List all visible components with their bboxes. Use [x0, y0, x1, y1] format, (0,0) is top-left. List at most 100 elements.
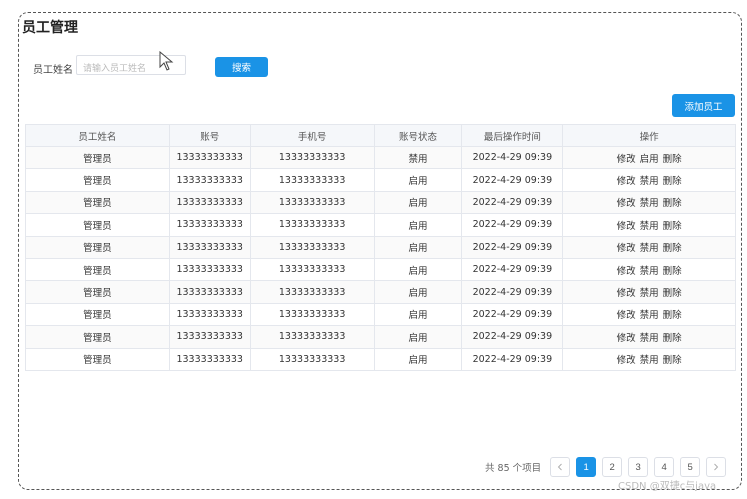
- toggle-status-link[interactable]: 禁用: [640, 330, 659, 344]
- edit-link[interactable]: 修改: [617, 240, 636, 254]
- cell-status: 启用: [373, 280, 463, 304]
- edit-link[interactable]: 修改: [617, 352, 636, 366]
- cell-time: 2022-4-29 09:39: [461, 190, 564, 215]
- toggle-status-link[interactable]: 禁用: [640, 352, 659, 366]
- col-header-name: 员工姓名: [25, 124, 170, 147]
- cell-actions: 修改 禁用 删除: [562, 213, 736, 237]
- table-row: 管理员 13333333333 13333333333 启用 2022-4-29 09:…: [25, 257, 736, 282]
- toggle-status-link[interactable]: 启用: [640, 151, 659, 165]
- employee-table: 员工姓名 账号 手机号 账号状态 最后操作时间 操作 管理员 1333333333…: [25, 124, 736, 371]
- cell-name: 管理员: [25, 190, 170, 215]
- edit-link[interactable]: 修改: [617, 263, 636, 277]
- cell-name: 管理员: [25, 325, 170, 349]
- cell-phone: 13333333333: [249, 168, 375, 192]
- delete-link[interactable]: 删除: [663, 285, 682, 299]
- cell-actions: 修改 禁用 删除: [562, 280, 736, 304]
- delete-link[interactable]: 删除: [663, 218, 682, 232]
- delete-link[interactable]: 删除: [663, 307, 682, 321]
- toggle-status-link[interactable]: 禁用: [640, 285, 659, 299]
- cell-status: 启用: [373, 347, 463, 371]
- table-row: 管理员 13333333333 13333333333 启用 2022-4-29 09:…: [25, 168, 736, 192]
- cell-status: 启用: [373, 257, 463, 282]
- cell-phone: 13333333333: [249, 145, 375, 170]
- chevron-right-icon: [714, 463, 719, 471]
- cell-name: 管理员: [25, 302, 170, 327]
- toggle-status-link[interactable]: 禁用: [640, 173, 659, 187]
- table-header-row: 员工姓名 账号 手机号 账号状态 最后操作时间 操作: [25, 124, 736, 147]
- cell-phone: 13333333333: [249, 347, 375, 371]
- edit-link[interactable]: 修改: [617, 307, 636, 321]
- page-button-2[interactable]: 2: [602, 457, 623, 477]
- cell-account: 13333333333: [168, 257, 251, 282]
- page-title: 员工管理: [22, 20, 78, 36]
- cell-name: 管理员: [25, 257, 170, 282]
- cell-time: 2022-4-29 09:39: [461, 325, 564, 349]
- search-button[interactable]: 搜索: [215, 57, 268, 77]
- cell-phone: 13333333333: [249, 257, 375, 282]
- page-button-1[interactable]: 1: [576, 457, 597, 477]
- cell-status: 启用: [373, 213, 463, 237]
- toggle-status-link[interactable]: 禁用: [640, 307, 659, 321]
- add-employee-button[interactable]: 添加员工: [672, 94, 735, 117]
- col-header-status: 账号状态: [373, 124, 463, 147]
- delete-link[interactable]: 删除: [663, 240, 682, 254]
- table-row: 管理员 13333333333 13333333333 启用 2022-4-29 09:…: [25, 235, 736, 259]
- pagination: 共 85 个项目 12345: [485, 457, 732, 477]
- table-row: 管理员 13333333333 13333333333 启用 2022-4-29 09:…: [25, 302, 736, 327]
- delete-link[interactable]: 删除: [663, 151, 682, 165]
- edit-link[interactable]: 修改: [617, 285, 636, 299]
- col-header-account: 账号: [168, 124, 251, 147]
- cell-time: 2022-4-29 09:39: [461, 347, 564, 371]
- cell-phone: 13333333333: [249, 235, 375, 259]
- cell-name: 管理员: [25, 213, 170, 237]
- edit-link[interactable]: 修改: [617, 173, 636, 187]
- mouse-cursor-icon: [159, 51, 174, 71]
- cell-status: 启用: [373, 168, 463, 192]
- cell-name: 管理员: [25, 280, 170, 304]
- cell-actions: 修改 禁用 删除: [562, 190, 736, 215]
- page-button-5[interactable]: 5: [680, 457, 701, 477]
- cell-account: 13333333333: [168, 235, 251, 259]
- cell-time: 2022-4-29 09:39: [461, 257, 564, 282]
- cell-account: 13333333333: [168, 168, 251, 192]
- toggle-status-link[interactable]: 禁用: [640, 240, 659, 254]
- delete-link[interactable]: 删除: [663, 263, 682, 277]
- table-row: 管理员 13333333333 13333333333 启用 2022-4-29 09:…: [25, 280, 736, 304]
- employee-name-label: 员工姓名: [33, 65, 73, 76]
- edit-link[interactable]: 修改: [617, 195, 636, 209]
- delete-link[interactable]: 删除: [663, 330, 682, 344]
- cell-status: 禁用: [373, 145, 463, 170]
- cell-phone: 13333333333: [249, 302, 375, 327]
- cell-status: 启用: [373, 190, 463, 215]
- watermark: CSDN @双捷c与java: [618, 481, 717, 492]
- cell-actions: 修改 禁用 删除: [562, 168, 736, 192]
- next-page-button[interactable]: [706, 457, 727, 477]
- delete-link[interactable]: 删除: [663, 195, 682, 209]
- cell-account: 13333333333: [168, 213, 251, 237]
- cell-account: 13333333333: [168, 145, 251, 170]
- cell-actions: 修改 禁用 删除: [562, 347, 736, 371]
- cell-time: 2022-4-29 09:39: [461, 235, 564, 259]
- page-button-3[interactable]: 3: [628, 457, 649, 477]
- cell-phone: 13333333333: [249, 190, 375, 215]
- delete-link[interactable]: 删除: [663, 352, 682, 366]
- edit-link[interactable]: 修改: [617, 218, 636, 232]
- edit-link[interactable]: 修改: [617, 330, 636, 344]
- table-row: 管理员 13333333333 13333333333 启用 2022-4-29 09:…: [25, 325, 736, 349]
- cell-actions: 修改 禁用 删除: [562, 257, 736, 282]
- delete-link[interactable]: 删除: [663, 173, 682, 187]
- cell-actions: 修改 禁用 删除: [562, 302, 736, 327]
- prev-page-button[interactable]: [550, 457, 571, 477]
- toggle-status-link[interactable]: 禁用: [640, 218, 659, 232]
- cell-time: 2022-4-29 09:39: [461, 280, 564, 304]
- col-header-last-time: 最后操作时间: [461, 124, 564, 147]
- cell-phone: 13333333333: [249, 213, 375, 237]
- toggle-status-link[interactable]: 禁用: [640, 263, 659, 277]
- page-button-4[interactable]: 4: [654, 457, 675, 477]
- cell-name: 管理员: [25, 145, 170, 170]
- edit-link[interactable]: 修改: [617, 151, 636, 165]
- toggle-status-link[interactable]: 禁用: [640, 195, 659, 209]
- cell-status: 启用: [373, 325, 463, 349]
- cell-time: 2022-4-29 09:39: [461, 213, 564, 237]
- cell-time: 2022-4-29 09:39: [461, 168, 564, 192]
